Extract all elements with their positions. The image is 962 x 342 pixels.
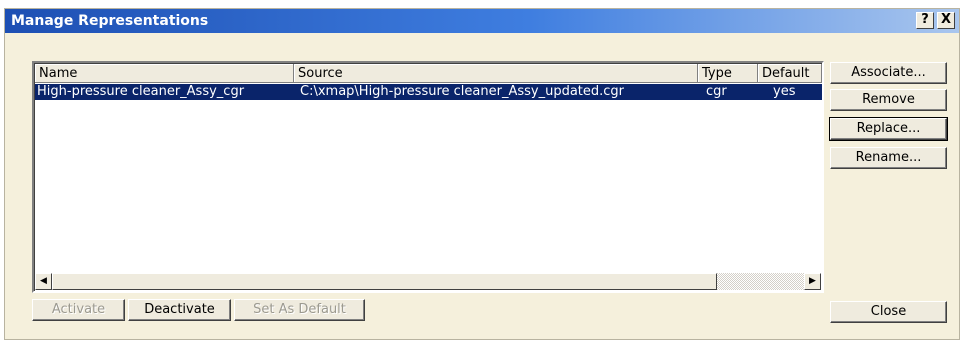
representations-list[interactable]: Name Source Type Default High-pressure c…: [32, 61, 824, 293]
column-header-name[interactable]: Name: [35, 64, 294, 83]
cell-name: High-pressure cleaner_Assy_cgr: [37, 84, 245, 99]
manage-representations-dialog: Manage Representations ? X Name Source T…: [4, 8, 960, 340]
scroll-left-icon[interactable]: ◀: [35, 273, 52, 290]
scroll-track[interactable]: [717, 273, 804, 290]
horizontal-scrollbar[interactable]: ◀ ▶: [35, 273, 821, 290]
activate-button[interactable]: Activate: [32, 299, 125, 321]
scroll-right-icon[interactable]: ▶: [804, 273, 821, 290]
cell-type: cgr: [706, 84, 727, 99]
replace-button[interactable]: Replace...: [829, 117, 948, 141]
help-button[interactable]: ?: [916, 12, 934, 29]
cell-source: C:\xmap\High-pressure cleaner_Assy_updat…: [300, 84, 625, 99]
set-as-default-button[interactable]: Set As Default: [234, 299, 365, 321]
window-title: Manage Representations: [11, 13, 209, 29]
column-header-source[interactable]: Source: [294, 64, 698, 83]
rename-button[interactable]: Rename...: [830, 147, 947, 169]
close-button[interactable]: Close: [830, 301, 947, 323]
column-header-type[interactable]: Type: [698, 64, 758, 83]
title-bar[interactable]: Manage Representations ? X: [5, 9, 959, 33]
table-row[interactable]: High-pressure cleaner_Assy_cgr C:\xmap\H…: [35, 84, 822, 100]
list-header: Name Source Type Default: [35, 64, 822, 83]
deactivate-button[interactable]: Deactivate: [128, 299, 231, 321]
cell-default: yes: [773, 84, 796, 99]
close-window-button[interactable]: X: [937, 12, 955, 29]
column-header-default[interactable]: Default: [758, 64, 822, 83]
associate-button[interactable]: Associate...: [830, 62, 947, 84]
scroll-thumb[interactable]: [52, 273, 717, 290]
remove-button[interactable]: Remove: [830, 89, 947, 111]
